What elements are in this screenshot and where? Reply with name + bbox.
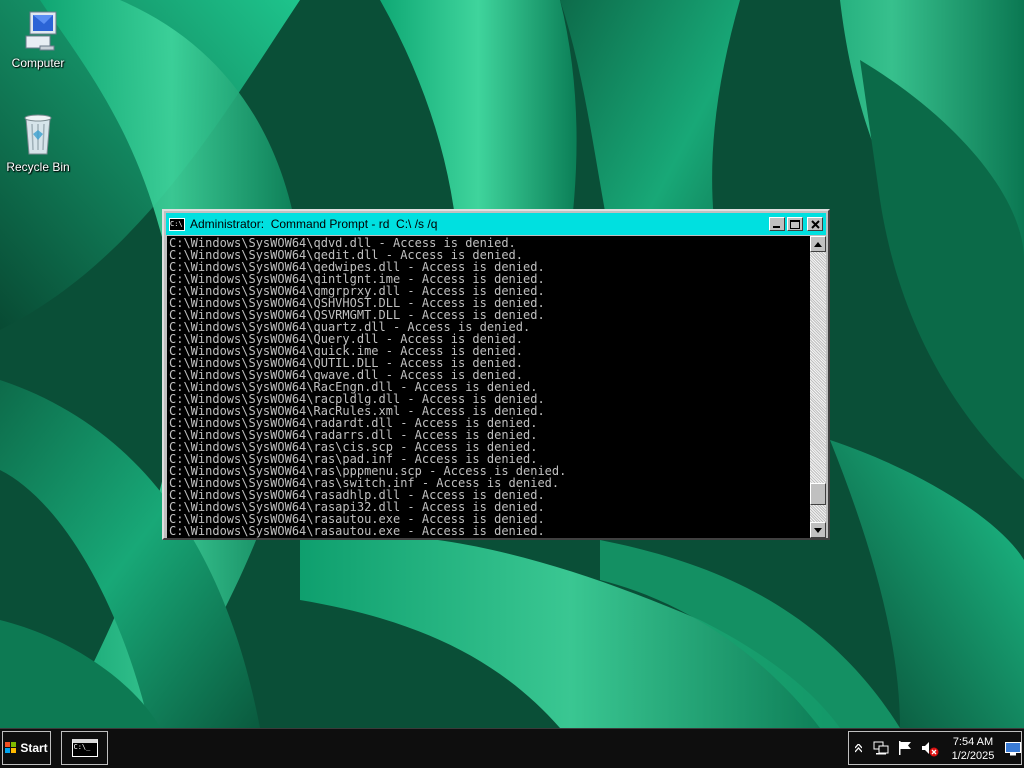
scroll-up-button[interactable]	[810, 236, 826, 252]
clock-time: 7:54 AM	[952, 736, 994, 748]
taskbar: Start C:\_ 7:54 AM 1/2/2025	[0, 728, 1024, 768]
window-title-bar[interactable]: C:\ Administrator: Command Prompt - rd C…	[166, 213, 826, 235]
vertical-scrollbar[interactable]	[810, 236, 826, 538]
desktop-icon-recycle-bin[interactable]: Recycle Bin	[0, 110, 76, 174]
show-hidden-icons-chevron-icon[interactable]	[855, 744, 862, 753]
close-button[interactable]	[807, 217, 823, 231]
system-tray: 7:54 AM 1/2/2025	[848, 731, 1022, 765]
arrow-up-icon	[814, 241, 822, 247]
desktop-icon-label: Computer	[11, 56, 65, 70]
desktop-icon-computer[interactable]: Computer	[0, 8, 76, 70]
recycle-bin-icon	[24, 114, 52, 155]
action-center-flag-icon[interactable]	[897, 741, 913, 755]
console-text: C:\Windows\SysWOW64\qdvd.dll - Access is…	[169, 236, 567, 538]
start-label: Start	[20, 741, 48, 755]
maximize-button[interactable]	[787, 217, 803, 231]
volume-muted-icon[interactable]	[921, 741, 939, 757]
taskbar-command-prompt-button[interactable]: C:\_	[61, 731, 108, 765]
console-output[interactable]: C:\Windows\SysWOW64\qdvd.dll - Access is…	[167, 236, 810, 538]
start-button[interactable]: Start	[2, 731, 51, 765]
scroll-down-button[interactable]	[810, 522, 826, 538]
console-app-icon[interactable]: C:\	[169, 217, 185, 231]
console-taskbar-icon: C:\_	[71, 739, 98, 757]
window-title: Administrator: Command Prompt - rd C:\ /…	[190, 217, 438, 231]
minimize-button[interactable]	[769, 217, 785, 231]
system-clock[interactable]: 7:54 AM 1/2/2025	[943, 735, 1003, 763]
scrollbar-thumb[interactable]	[810, 483, 826, 505]
arrow-down-icon	[814, 527, 822, 533]
maximize-icon	[790, 219, 800, 229]
minimize-icon	[773, 226, 780, 228]
close-icon	[810, 219, 820, 229]
monitor-icon[interactable]	[1005, 742, 1021, 756]
network-icon[interactable]	[873, 741, 889, 755]
desktop-icon-label: Recycle Bin	[6, 160, 70, 174]
clock-date: 1/2/2025	[951, 750, 995, 762]
windows-logo-icon	[5, 742, 17, 753]
command-prompt-window[interactable]: C:\ Administrator: Command Prompt - rd C…	[162, 209, 830, 540]
computer-icon	[25, 11, 57, 51]
